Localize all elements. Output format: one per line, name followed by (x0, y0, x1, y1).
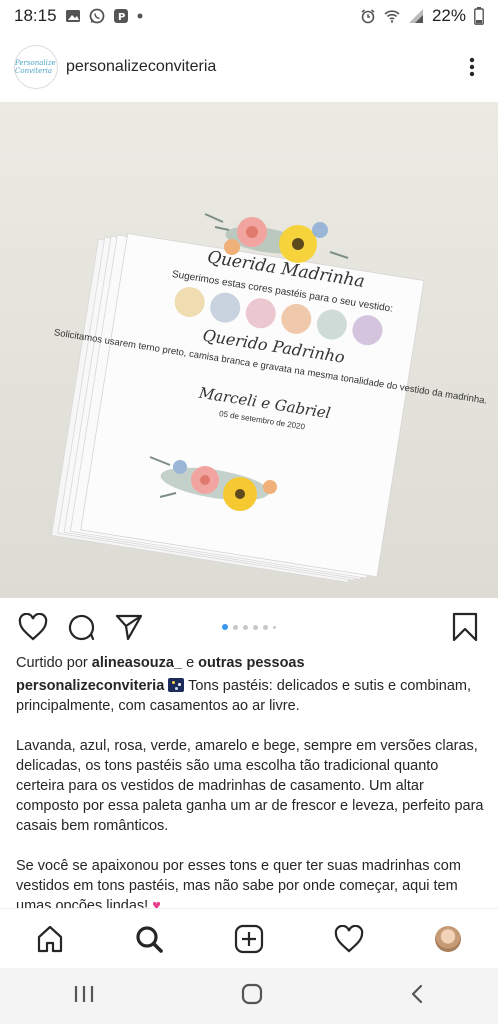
comment-icon[interactable] (64, 610, 98, 644)
post-actions (0, 604, 498, 650)
liked-by-user[interactable]: alineasouza_ (92, 655, 182, 671)
avatar-logo-text: Personalize Conviteria (15, 59, 56, 75)
wifi-icon (384, 10, 400, 23)
account-avatar[interactable]: Personalize Conviteria (14, 45, 58, 89)
status-time: 18:15 (14, 6, 57, 25)
profile-avatar-tab[interactable] (428, 919, 468, 959)
new-post-icon[interactable] (229, 919, 269, 959)
night-sky-emoji-icon (168, 678, 185, 692)
heart-emoji-icon: ♥ (152, 898, 161, 908)
carousel-dot (253, 624, 258, 630)
profile-avatar (435, 925, 462, 952)
save-bookmark-icon[interactable] (448, 610, 482, 644)
invitation-cards-photo: Querida Madrinha Sugerimos estas cores p… (0, 102, 498, 598)
home-icon[interactable] (30, 919, 70, 959)
post-header: Personalize Conviteria personalizeconvit… (0, 32, 498, 102)
carousel-dot (263, 624, 268, 630)
battery-icon (474, 7, 484, 25)
caption-paragraph-1: personalizeconviteria Tons pastéis: deli… (16, 676, 486, 716)
likes-line: Curtido por alineasouza_ e outras pessoa… (16, 655, 305, 671)
share-send-icon[interactable] (112, 610, 146, 644)
search-icon[interactable] (129, 919, 169, 959)
battery-percent: 22% (431, 6, 466, 25)
back-button-icon[interactable] (409, 983, 425, 1010)
recent-apps-icon[interactable] (73, 984, 95, 1009)
liked-by-others[interactable]: outras pessoas (198, 655, 304, 671)
likes-prefix: Curtido por (16, 655, 88, 671)
home-button-icon[interactable] (241, 983, 263, 1010)
dot-icon (137, 13, 143, 19)
p-app-icon: P (113, 9, 128, 23)
carousel-dot (233, 624, 238, 630)
like-heart-icon[interactable] (16, 610, 50, 644)
more-options-icon[interactable] (460, 55, 484, 79)
bottom-navigation (0, 908, 498, 968)
caption-paragraph-3: Se você se apaixonou por esses tons e qu… (16, 856, 486, 908)
activity-heart-icon[interactable] (329, 919, 369, 959)
likes-middle: e (186, 655, 195, 671)
post-username[interactable]: personalizeconviteria (66, 58, 216, 76)
system-navigation-bar (0, 968, 498, 1024)
signal-icon (408, 9, 423, 23)
carousel-dot (243, 624, 248, 630)
post-image[interactable]: Querida Madrinha Sugerimos estas cores p… (0, 102, 498, 598)
caption-text-3: Se você se apaixonou por esses tons e qu… (16, 858, 461, 908)
image-icon (65, 10, 80, 22)
post-caption: personalizeconviteria Tons pastéis: deli… (16, 676, 486, 908)
alarm-icon (361, 9, 375, 24)
carousel-dot-active (222, 624, 228, 630)
svg-text:P: P (118, 12, 125, 23)
carousel-indicator (222, 624, 276, 630)
caption-paragraph-2: Lavanda, azul, rosa, verde, amarelo e be… (16, 738, 484, 834)
status-bar: 18:15 P 22% (0, 0, 498, 32)
whatsapp-icon (89, 8, 104, 24)
carousel-dot (273, 625, 276, 629)
caption-username[interactable]: personalizeconviteria (16, 678, 164, 694)
